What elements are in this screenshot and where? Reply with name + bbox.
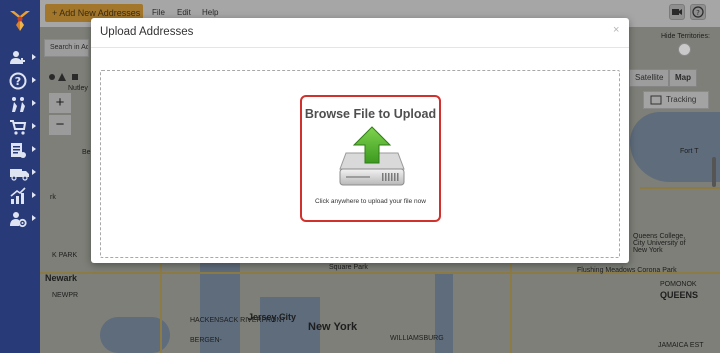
app-logo-icon[interactable] [7, 7, 33, 33]
chevron-right-icon [32, 100, 36, 106]
map-label-square-park: Square Park [329, 264, 368, 271]
close-icon[interactable]: × [613, 24, 619, 36]
map-label-new-york: New York [308, 321, 358, 333]
help-icon: ? [9, 72, 27, 90]
menu-help[interactable]: Help [202, 8, 218, 17]
chevron-right-icon [32, 146, 36, 152]
analytics-icon [10, 187, 26, 204]
tracking-label: Tracking [666, 95, 697, 104]
video-button[interactable] [669, 4, 685, 20]
map-label-jersey-city: Jersey City [248, 312, 297, 322]
map-tools-icon[interactable] [48, 72, 84, 82]
map-scrollbar[interactable] [712, 157, 716, 187]
sidebar-item-settings[interactable] [0, 208, 40, 230]
sidebar-item-routes[interactable] [0, 93, 40, 115]
menu-file[interactable]: File [152, 8, 165, 17]
hide-territories-label: Hide Territories: [661, 33, 710, 40]
long-island-sound [630, 112, 720, 182]
map-label-bergen: BERGEN- [190, 337, 222, 344]
svg-text:?: ? [15, 75, 21, 88]
browse-file-button[interactable]: Browse File to Upload Click anywhere to … [300, 95, 441, 222]
sidebar-item-orders[interactable] [0, 139, 40, 161]
map-button[interactable]: Map [669, 69, 697, 87]
sidebar-item-analytics[interactable] [0, 185, 40, 207]
chevron-right-icon [32, 123, 36, 129]
map-road [640, 187, 720, 189]
cart-icon [10, 120, 27, 135]
chevron-right-icon [32, 215, 36, 221]
settings-user-icon [10, 212, 27, 228]
satellite-button[interactable]: Satellite [629, 69, 670, 87]
orders-icon [11, 143, 26, 158]
zoom-out-button[interactable]: − [49, 115, 71, 135]
map-road [510, 257, 512, 353]
map-label-newpr: NEWPR [52, 292, 79, 299]
map-label-newark: Newark [45, 273, 78, 283]
map-label-pomonok: POMONOK [660, 281, 697, 288]
tracking-icon [650, 95, 662, 105]
map-label-queens: QUEENS [660, 290, 699, 300]
modal-header: Upload Addresses × [91, 18, 629, 48]
map-label-fort-totten: Fort T [680, 148, 699, 155]
file-dropzone[interactable]: Browse File to Upload Click anywhere to … [100, 70, 620, 258]
sidebar-item-help[interactable]: ? [0, 70, 40, 92]
question-icon: ? [692, 6, 704, 18]
upload-drive-icon [339, 126, 405, 186]
menu-edit[interactable]: Edit [177, 8, 191, 17]
map-label-k-park: K PARK [52, 252, 78, 259]
chevron-right-icon [32, 54, 36, 60]
chevron-right-icon [32, 169, 36, 175]
chevron-right-icon [32, 192, 36, 198]
video-camera-icon [672, 9, 682, 15]
map-label-nutley: Nutley [68, 85, 88, 92]
map-label-rk: rk [50, 194, 56, 201]
map-label-queens-college: Queens College, City University of New Y… [633, 233, 686, 254]
chevron-right-icon [32, 77, 36, 83]
map-label-be: Be [82, 149, 91, 156]
svg-text:?: ? [696, 9, 700, 17]
upload-title: Browse File to Upload [304, 107, 437, 121]
add-user-icon [10, 51, 25, 64]
routes-icon [12, 97, 25, 112]
map-search-input[interactable]: Search in Ac [44, 39, 89, 57]
sidebar-item-vehicles[interactable] [0, 162, 40, 184]
sidebar-item-add-user[interactable] [0, 47, 40, 69]
map-label-williamsburg: WILLIAMSBURG [390, 335, 444, 342]
vehicles-icon [10, 169, 29, 181]
tracking-button[interactable]: Tracking [643, 91, 709, 109]
upload-caption: Click anywhere to upload your file now [315, 198, 426, 205]
left-sidebar: ? [0, 0, 40, 353]
upload-addresses-modal: Upload Addresses × Browse File to Upload [91, 18, 629, 263]
sidebar-item-cart[interactable] [0, 116, 40, 138]
modal-title: Upload Addresses [100, 26, 194, 38]
map-label-jamaica: JAMAICA EST [658, 342, 704, 349]
zoom-in-button[interactable]: + [49, 93, 71, 113]
help-button[interactable]: ? [690, 4, 706, 20]
hide-territories-toggle[interactable] [678, 43, 691, 56]
map-label-flushing-meadows: Flushing Meadows Corona Park [577, 267, 677, 274]
